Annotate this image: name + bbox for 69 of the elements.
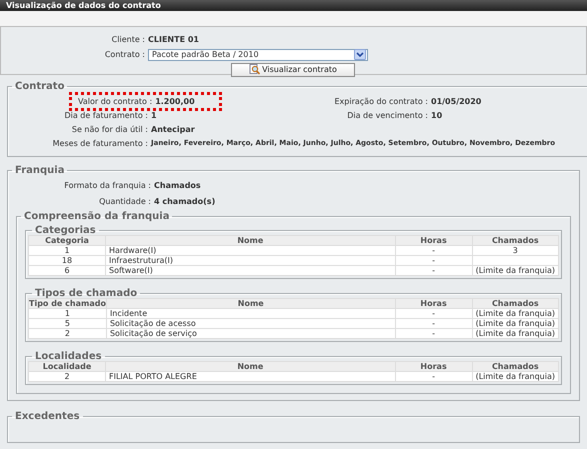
section-legend: Franquia [12,165,68,176]
table-cell: Incidente [106,308,396,318]
section-legend: Tipos de chamado [32,289,140,298]
field-label: Valor do contrato : [78,96,154,106]
column-header: Horas [395,298,472,308]
column-header: Nome [106,362,396,372]
table-cell: - [395,372,472,382]
section-legend: Excedentes [12,411,83,422]
section-legend: Localidades [32,352,105,361]
section-legend: Contrato [12,81,68,92]
table-cell: (Limite da franquia) [472,308,558,318]
table-cell: 3 [472,246,558,256]
section-legend: Categorias [32,226,99,235]
column-header: Nome [106,236,396,246]
field-value: Chamados [154,180,201,190]
table-cell: - [395,308,472,318]
table-cell: - [395,328,472,338]
table-cell: (Limite da franquia) [472,318,558,328]
table-cell: Hardware(I) [106,246,396,256]
field-label: Formato da franquia : [63,180,152,190]
table-cell: Solicitação de serviço [106,328,396,338]
field-label: Se não for dia útil : [70,124,149,134]
table-cell: - [395,256,472,266]
table-cell: 5 [28,318,106,328]
table-cell: FILIAL PORTO ALEGRE [106,372,396,382]
contract-dropdown[interactable]: Pacote padrão Beta / 2010 [148,48,368,60]
table-cell: - [395,246,472,256]
column-header: Chamados [472,362,558,372]
field-value: 10 [431,110,442,120]
table-cell: Solicitação de acesso [106,318,396,328]
field-value: Antecipar [151,124,195,134]
section-legend: Compreensão da franquia [21,211,172,222]
table-cell: Infraestrutura(I) [106,256,396,266]
table-cell: 18 [28,256,106,266]
table-cell: 1 [28,308,106,318]
table-cell: Software(I) [106,266,396,276]
field-value: CLIENTE 01 [148,35,199,44]
column-header: Horas [395,362,472,372]
window-title: Visualização de dados do contrato [6,1,161,10]
field-value: 1 [151,110,157,120]
table-cell: 2 [28,372,106,382]
view-contract-button[interactable]: Visualizar contrato [231,62,355,76]
column-header: Chamados [472,298,558,308]
column-header: Tipo de chamado [28,298,106,308]
field-label: Dia de vencimento : [346,110,429,120]
column-header: Categoria [28,236,106,246]
dropdown-arrow-icon [354,49,366,60]
table-cell: 1 [28,246,106,256]
column-header: Chamados [472,236,558,246]
table-cell: 2 [28,328,106,338]
table-cell: - [395,318,472,328]
field-value: 4 chamado(s) [154,196,216,206]
column-header: Horas [395,236,472,246]
field-label: Dia de faturamento : [63,110,149,120]
field-label: Meses de faturamento : [52,138,149,148]
table-cell: (Limite da franquia) [472,372,558,382]
table-cell: - [395,266,472,276]
field-label: Expiração do contrato : [334,96,429,106]
field-label: Cliente : [110,35,146,44]
table-cell: 6 [28,266,106,276]
field-value: 1.200,00 [155,96,195,106]
table-cell: (Limite da franquia) [472,328,558,338]
column-header: Localidade [28,362,106,372]
field-label: Contrato : [104,50,146,59]
column-header: Nome [106,298,396,308]
field-value: 01/05/2020 [431,96,482,106]
table-cell: (Limite da franquia) [472,266,558,276]
field-label: Quantidade : [98,196,152,206]
magnifier-icon [249,64,260,75]
